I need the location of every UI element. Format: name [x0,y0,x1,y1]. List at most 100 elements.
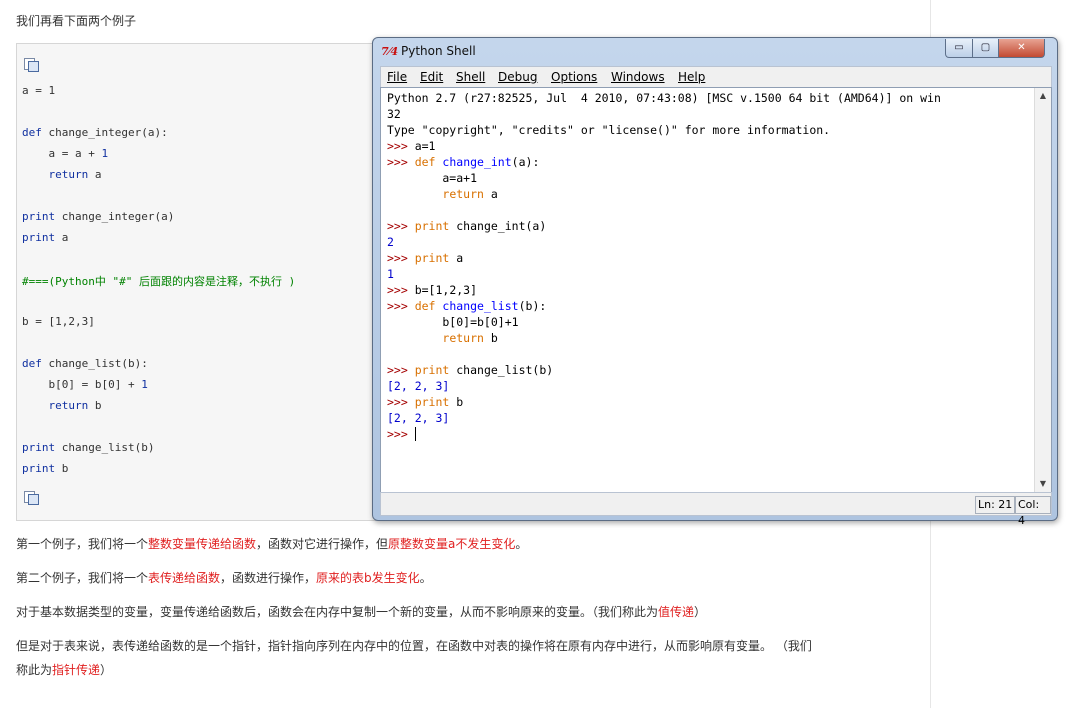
code-line: def change_list(b): [22,357,148,370]
shell-line-segment: a [449,251,464,265]
code-line: print change_integer(a) [22,210,174,223]
shell-line-segment: >>> [387,155,415,169]
line-number-status: Ln: 21 [975,496,1016,514]
code-line-segment: a = 1 [22,84,56,97]
shell-line: 32 [387,107,401,121]
shell-line-segment: (a): [511,155,540,169]
shell-line: >>> print change_int(a) [387,219,546,233]
shell-line-segment: Python 2.7 (r27:82525, Jul 4 2010, 07:43… [387,91,941,105]
shell-line-segment: return [442,187,484,201]
python-shell-window[interactable]: 7⁄4 Python Shell ▭ ▢ ✕ File Edit Shell D… [372,37,1058,527]
code-line-segment: 1 [101,147,109,160]
copy-code-icon[interactable] [24,491,39,505]
copy-code-icon[interactable] [24,58,39,72]
code-line: a = a + 1 [22,147,108,160]
shell-line-segment: change_list(b) [449,363,554,377]
shell-line: return a [387,187,497,201]
shell-line: Type "copyright", "credits" or "license(… [387,123,830,137]
code-line-segment: print [22,210,56,223]
code-line: b = [1,2,3] [22,315,95,328]
paragraph-text: 。 [419,571,432,585]
shell-line: >>> def change_int(a): [387,155,539,169]
highlight-text: 值传递 [658,605,695,619]
shell-line-segment: >>> [387,283,415,297]
menu-shell[interactable]: Shell [456,70,485,84]
paragraph-text: 。 [515,537,528,551]
shell-line: 1 [387,267,394,281]
shell-line-segment: a=1 [414,139,436,153]
code-line-segment: print [22,462,56,475]
scroll-down-arrow-icon[interactable]: ▼ [1035,476,1051,492]
highlight-text: 表传递给函数 [148,571,221,585]
shell-line-segment: [2, 2, 3] [387,411,450,425]
menu-windows[interactable]: Windows [611,70,665,84]
paragraph: 称此为指针传递） [16,661,112,678]
minimize-button[interactable]: ▭ [945,39,973,58]
paragraph: 第二个例子，我们将一个表传递给函数，函数进行操作，原来的表b发生变化。 [16,569,432,586]
highlight-text: 原整数变量a不发生变化 [388,537,516,551]
menu-help[interactable]: Help [678,70,705,84]
highlight-text: 原来的表b发生变化 [316,571,420,585]
shell-line-segment: >>> [387,395,415,409]
code-line-segment: b [55,462,69,475]
close-button[interactable]: ✕ [998,39,1045,58]
shell-line-segment [387,187,442,201]
code-line: print a [22,231,68,244]
code-line-segment: return [48,399,89,412]
shell-line-segment: >>> [387,139,415,153]
shell-line-segment: 1 [387,267,394,281]
shell-line: [2, 2, 3] [387,379,449,393]
code-line: def change_integer(a): [22,126,168,139]
shell-line-segment [387,331,442,345]
shell-line-segment: a=a+1 [387,171,478,185]
shell-line-segment: b[0]=b[0]+1 [387,315,519,329]
code-line-segment: def [22,357,42,370]
column-number-status: Col: 4 [1015,496,1051,527]
shell-line-segment: def [414,299,436,313]
shell-line: >>> [387,427,416,441]
paragraph-text: 对于基本数据类型的变量，变量传递给函数后，函数会在内存中复制一个新的变量，从而不… [16,605,659,619]
shell-text-area[interactable]: Python 2.7 (r27:82525, Jul 4 2010, 07:43… [380,87,1052,493]
highlight-text: 指针传递 [52,663,101,677]
code-line-segment: change_integer(a): [41,126,168,139]
paragraph-text: ，函数进行操作， [220,571,317,585]
shell-line-segment: print [414,395,450,409]
code-line-segment: 1 [141,378,148,391]
shell-line: >>> print a [387,251,463,265]
code-line-segment: b[0] = b[0] + [22,378,142,391]
highlight-text: 整数变量传递给函数 [148,537,257,551]
scroll-up-arrow-icon[interactable]: ▲ [1035,88,1051,104]
shell-line: >>> print b [387,395,463,409]
paragraph: 对于基本数据类型的变量，变量传递给函数后，函数会在内存中复制一个新的变量，从而不… [16,603,706,620]
shell-line-segment: b=[1,2,3] [414,283,478,297]
menu-edit[interactable]: Edit [420,70,443,84]
code-line: print b [22,462,68,475]
shell-line-segment: >>> [387,363,415,377]
shell-line-segment: change_int(a) [449,219,547,233]
code-line: b[0] = b[0] + 1 [22,378,148,391]
intro-text: 我们再看下面两个例子 [16,14,137,28]
code-line-segment: def [22,126,42,139]
shell-line: Python 2.7 (r27:82525, Jul 4 2010, 07:43… [387,91,941,105]
menu-debug[interactable]: Debug [498,70,537,84]
shell-line-segment: return [442,331,484,345]
shell-line-segment: change_list [442,299,519,313]
shell-line: a=a+1 [387,171,477,185]
shell-line-segment: >>> [387,219,415,233]
maximize-button[interactable]: ▢ [972,39,999,58]
vertical-scrollbar[interactable]: ▲ ▼ [1034,88,1051,492]
code-line-segment [22,168,49,181]
code-line-segment: a [88,168,102,181]
code-line: print change_list(b) [22,441,154,454]
paragraph: 第一个例子，我们将一个整数变量传递给函数，函数对它进行操作，但原整数变量a不发生… [16,535,527,552]
code-line-segment: a [55,231,69,244]
menu-file[interactable]: File [387,70,407,84]
shell-line: [2, 2, 3] [387,411,449,425]
status-bar: Ln: 21 Col: 4 [380,492,1052,527]
title-bar[interactable]: 7⁄4 Python Shell ▭ ▢ ✕ [373,38,1057,66]
code-line-segment: b [88,399,102,412]
shell-line-segment: print [414,251,450,265]
shell-line-segment: 2 [387,235,394,249]
menu-options[interactable]: Options [551,70,597,84]
code-line-segment: return [48,168,89,181]
